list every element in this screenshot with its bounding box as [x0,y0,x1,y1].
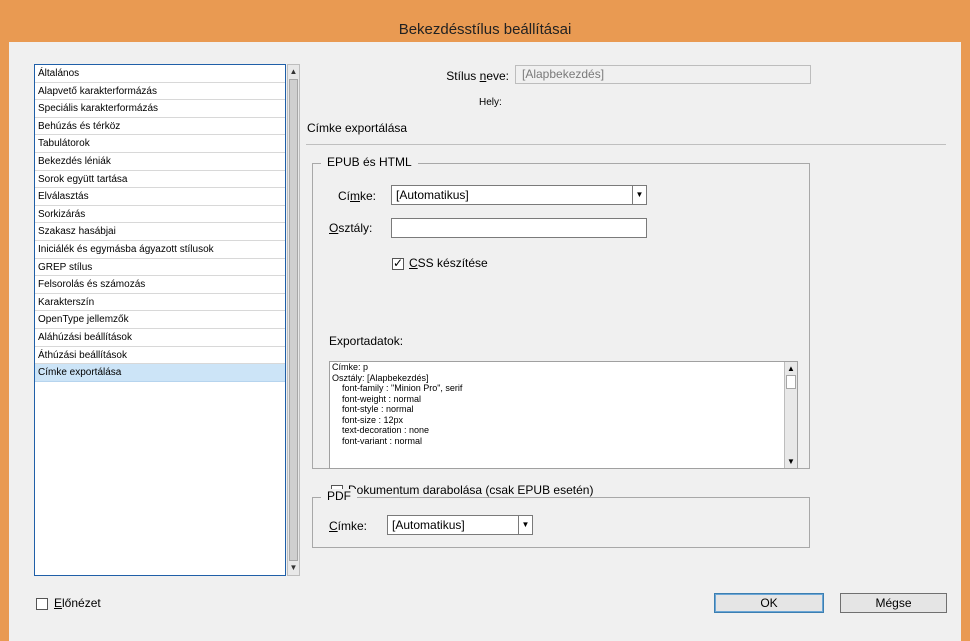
export-data-line: font-weight : normal [332,393,422,404]
scroll-down-icon[interactable]: ▼ [289,562,298,574]
export-data-textarea[interactable]: Címke: p Osztály: [Alapbekezdés] font-fam… [329,361,798,469]
style-name-label: Stílus neve: [446,69,509,83]
export-data-line: Címke: p [332,362,369,372]
window-frame-right [961,42,970,641]
pdf-group: PDF Címke: [Automatikus] ▼ [312,489,810,548]
epub-html-group: EPUB és HTML Címke: [Automatikus] ▼ Oszt… [312,155,810,497]
export-data-line: text-decoration : none [332,425,430,435]
epub-class-label: Osztály: [329,221,373,235]
sidebar-item[interactable]: Alapvető karakterformázás [35,83,285,101]
pdf-group-title: PDF [321,489,357,503]
style-name-input[interactable]: [Alapbekezdés] [515,65,811,84]
cancel-button[interactable]: Mégse [840,593,947,613]
export-data-line: font-size : 12px [332,414,404,425]
sidebar-item[interactable]: Behúzás és térköz [35,118,285,136]
scroll-up-icon[interactable]: ▲ [289,66,298,78]
split-document-option[interactable]: Dokumentum darabolása (csak EPUB esetén) [331,483,593,497]
epub-html-group-title: EPUB és HTML [321,155,418,169]
sidebar-item[interactable]: Általános [35,65,285,83]
export-data-line: font-variant : normal [332,435,423,446]
css-checkbox[interactable] [392,256,404,270]
export-data-line: font-style : normal [332,404,414,414]
sidebar-item[interactable]: Sorkizárás [35,206,285,224]
epub-class-input[interactable] [391,218,647,238]
window-title: Bekezdésstílus beállításai [398,20,572,38]
category-list[interactable]: Általános Alapvető karakterformázás Speciá… [34,64,286,576]
section-title: Címke exportálása [307,121,408,135]
sidebar-item[interactable]: Felsorolás és számozás [35,276,285,294]
export-data-label: Exportadatok: [329,334,404,348]
epub-tag-value: [Automatikus] [396,188,469,202]
scroll-thumb[interactable] [786,375,796,389]
pdf-tag-label: Címke: [329,519,368,533]
preview-option[interactable]: Előnézet [36,596,101,610]
location-label: Hely: [479,97,502,108]
sidebar-item[interactable]: OpenType jellemzők [35,311,285,329]
sidebar-item[interactable]: Bekezdés léniák [35,153,285,171]
sidebar-item[interactable]: Tabulátorok [35,135,285,153]
title-bar: Bekezdésstílus beállításai [0,0,970,42]
chevron-down-icon[interactable]: ▼ [632,186,646,204]
scroll-up-icon[interactable]: ▲ [786,363,796,374]
sidebar-item[interactable]: Aláhúzási beállítások [35,329,285,347]
dialog-body: Általános Alapvető karakterformázás Speciá… [9,42,961,641]
css-checkbox-label: CSS készítése [409,256,488,270]
scroll-thumb[interactable] [289,79,298,561]
pdf-tag-select[interactable]: [Automatikus] ▼ [387,515,533,535]
sidebar-item[interactable]: Karakterszín [35,294,285,312]
ok-button[interactable]: OK [714,593,824,613]
epub-tag-label: Címke: [338,189,377,203]
export-data-line: Osztály: [Alapbekezdés] [332,372,429,383]
split-document-label: Dokumentum darabolása (csak EPUB esetén) [348,483,594,497]
export-data-scrollbar[interactable]: ▲ ▼ [784,362,797,468]
sidebar-item[interactable]: Szakasz hasábjai [35,223,285,241]
sidebar-item[interactable]: Elválasztás [35,188,285,206]
epub-tag-select[interactable]: [Automatikus] ▼ [391,185,647,205]
preview-checkbox[interactable] [36,597,48,610]
sidebar-item[interactable]: Speciális karakterformázás [35,100,285,118]
sidebar-item[interactable]: Címke exportálása [35,364,285,382]
export-data-line: font-family : "Minion Pro", serif [332,383,463,393]
sidebar-item[interactable]: GREP stílus [35,259,285,277]
css-option[interactable]: CSS készítése [392,256,488,270]
pdf-tag-value: [Automatikus] [392,518,465,532]
sidebar-item[interactable]: Sorok együtt tartása [35,171,285,189]
sidebar-item[interactable]: Iniciálék és egymásba ágyazott stílusok [35,241,285,259]
section-divider [306,144,946,145]
scroll-down-icon[interactable]: ▼ [786,456,796,467]
sidebar-item[interactable]: Áthúzási beállítások [35,347,285,365]
window-frame-left [0,42,9,641]
category-list-scrollbar[interactable]: ▲ ▼ [287,64,300,576]
chevron-down-icon[interactable]: ▼ [518,516,532,534]
preview-label: Előnézet [54,596,101,610]
